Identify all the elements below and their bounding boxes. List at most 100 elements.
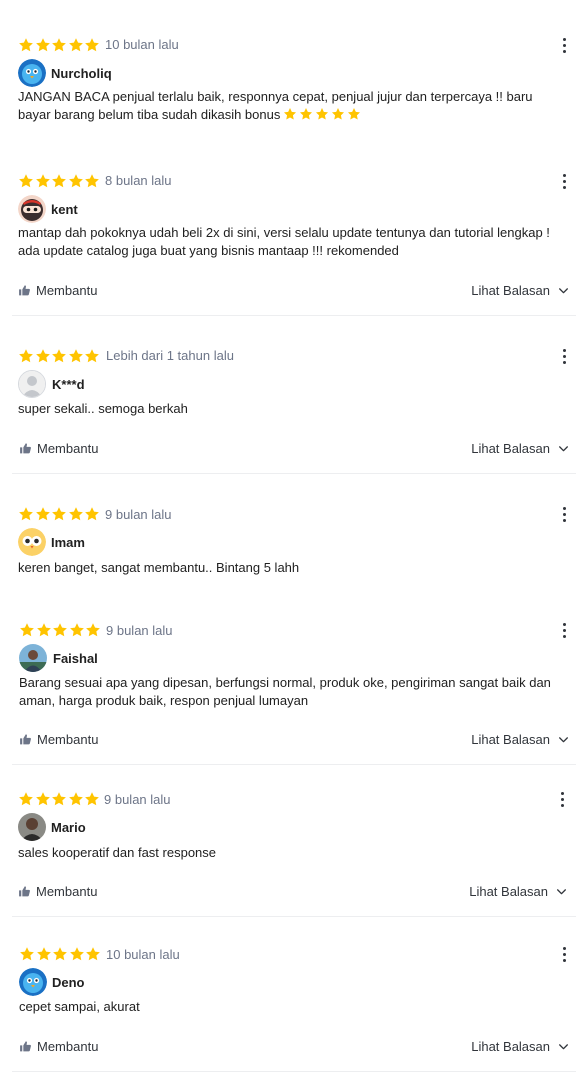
star-icon (68, 506, 84, 522)
review-time: 10 bulan lalu (106, 947, 180, 962)
star-icon (84, 791, 100, 807)
avatar (19, 644, 47, 672)
star-icon (51, 348, 67, 364)
star-icon (18, 791, 34, 807)
photo-avatar-icon (19, 644, 47, 672)
star-icon (52, 622, 68, 638)
helpful-button[interactable]: Membantu (19, 441, 98, 456)
view-replies-button[interactable]: Lihat Balasan (469, 884, 568, 899)
avatar (18, 528, 46, 556)
rating-stars (19, 946, 102, 962)
star-icon (85, 946, 101, 962)
review-text-content: JANGAN BACA penjual terlalu baik, respon… (18, 89, 533, 122)
helpful-label: Membantu (37, 441, 99, 456)
more-vertical-icon[interactable] (555, 170, 573, 192)
rating-stars (18, 37, 101, 53)
more-vertical-icon[interactable] (555, 345, 573, 367)
reviewer-name: Deno (52, 975, 85, 990)
star-icon (84, 506, 100, 522)
more-vertical-icon[interactable] (555, 503, 573, 525)
review-text: mantap dah pokoknya udah beli 2x di sini… (18, 225, 550, 258)
view-replies-button[interactable]: Lihat Balasan (471, 1039, 570, 1054)
avatar (19, 968, 47, 996)
emoji-stars (283, 107, 363, 121)
rating-stars (18, 791, 101, 807)
star-icon (347, 107, 361, 121)
view-replies-button[interactable]: Lihat Balasan (471, 283, 570, 298)
review-text: super sekali.. semoga berkah (18, 401, 188, 416)
more-vertical-icon[interactable] (555, 619, 573, 641)
review-time: 9 bulan lalu (104, 792, 171, 807)
chevron-down-icon (557, 442, 570, 455)
helpful-label: Membantu (37, 1039, 99, 1054)
reviewer-name: kent (51, 202, 78, 217)
divider (12, 764, 576, 765)
star-icon (68, 791, 84, 807)
more-vertical-icon[interactable] (555, 34, 573, 56)
helpful-button[interactable]: Membantu (18, 283, 97, 298)
star-icon (35, 791, 51, 807)
star-icon (84, 348, 100, 364)
review-time: Lebih dari 1 tahun lalu (106, 348, 234, 363)
view-replies-button[interactable]: Lihat Balasan (471, 732, 570, 747)
reviewer-name: K***d (52, 377, 85, 392)
view-replies-label: Lihat Balasan (469, 884, 548, 899)
star-icon (18, 173, 34, 189)
star-icon (36, 622, 52, 638)
avatar (18, 195, 46, 223)
chevron-down-icon (557, 733, 570, 746)
reviewer-name: Faishal (53, 651, 98, 666)
avatar (18, 59, 46, 87)
photo-avatar-icon (18, 813, 46, 841)
star-icon (84, 173, 100, 189)
default-user-icon (19, 371, 45, 397)
divider (12, 1071, 576, 1072)
view-replies-button[interactable]: Lihat Balasan (471, 441, 570, 456)
helpful-button[interactable]: Membantu (19, 1039, 98, 1054)
star-icon (51, 791, 67, 807)
thumbs-up-icon (18, 885, 31, 898)
star-icon (68, 348, 84, 364)
star-icon (18, 348, 34, 364)
star-icon (19, 946, 35, 962)
star-icon (36, 946, 52, 962)
star-icon (84, 37, 100, 53)
divider (12, 473, 576, 474)
review-time: 10 bulan lalu (105, 37, 179, 52)
star-icon (18, 37, 34, 53)
chevron-down-icon (557, 284, 570, 297)
blue-bird-avatar-icon (19, 968, 47, 996)
thumbs-up-icon (19, 442, 32, 455)
helpful-label: Membantu (36, 283, 98, 298)
thumbs-up-icon (19, 733, 32, 746)
star-icon (68, 37, 84, 53)
star-icon (51, 506, 67, 522)
review-text: keren banget, sangat membantu.. Bintang … (18, 560, 300, 575)
thumbs-up-icon (18, 284, 31, 297)
chevron-down-icon (557, 1040, 570, 1053)
star-icon (35, 173, 51, 189)
view-replies-label: Lihat Balasan (471, 1039, 550, 1054)
more-vertical-icon[interactable] (553, 788, 571, 810)
review-time: 8 bulan lalu (105, 173, 172, 188)
avatar (18, 370, 46, 398)
star-icon (35, 348, 51, 364)
helpful-button[interactable]: Membantu (18, 884, 97, 899)
star-icon (51, 173, 67, 189)
divider (12, 315, 576, 316)
review-time: 9 bulan lalu (105, 507, 172, 522)
reviewer-name: Mario (51, 820, 86, 835)
helpful-button[interactable]: Membantu (19, 732, 98, 747)
divider (12, 916, 576, 917)
review-text: cepet sampai, akurat (19, 999, 140, 1014)
review-text: Barang sesuai apa yang dipesan, berfungs… (19, 675, 551, 708)
star-icon (51, 37, 67, 53)
star-icon (283, 107, 297, 121)
rating-stars (18, 506, 101, 522)
more-vertical-icon[interactable] (555, 943, 573, 965)
star-icon (52, 946, 68, 962)
review-time: 9 bulan lalu (106, 623, 173, 638)
star-icon (69, 946, 85, 962)
star-icon (315, 107, 329, 121)
blue-bird-avatar-icon (18, 59, 46, 87)
